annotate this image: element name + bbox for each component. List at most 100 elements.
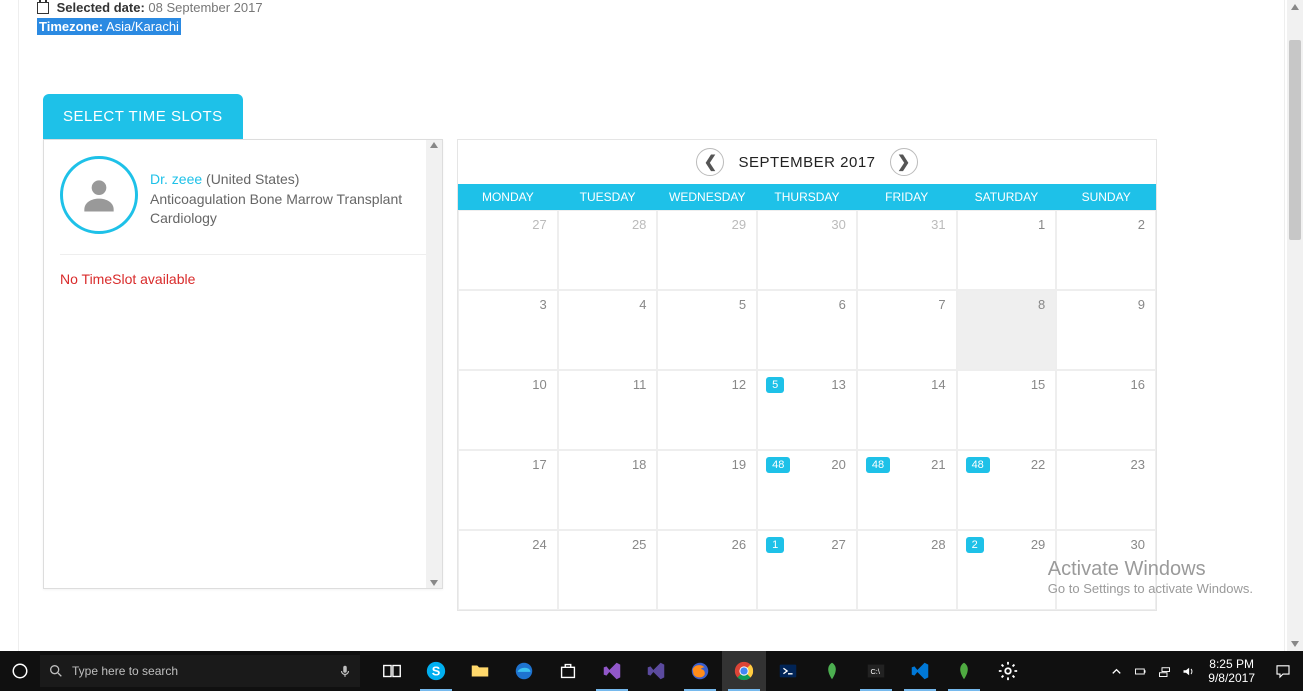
mic-button[interactable] xyxy=(330,655,360,687)
day-number: 14 xyxy=(931,377,945,392)
day-number: 23 xyxy=(1131,457,1145,472)
edge-app[interactable] xyxy=(502,651,546,691)
calendar-day[interactable]: 9 xyxy=(1056,290,1156,370)
calendar-day[interactable]: 27 xyxy=(458,210,558,290)
calendar-day[interactable]: 23 xyxy=(1056,450,1156,530)
mongo-app[interactable] xyxy=(942,651,986,691)
calendar-day[interactable]: 19 xyxy=(657,450,757,530)
calendar-day[interactable]: 11 xyxy=(558,370,658,450)
folder-icon xyxy=(469,660,491,682)
calendar-day[interactable]: 24 xyxy=(458,530,558,610)
calendar-day[interactable]: 135 xyxy=(757,370,857,450)
doctor-avatar[interactable] xyxy=(60,156,138,234)
calendar-day[interactable]: 292 xyxy=(957,530,1057,610)
calendar-day[interactable]: 30 xyxy=(757,210,857,290)
task-view-button[interactable] xyxy=(370,651,414,691)
day-number: 28 xyxy=(632,217,646,232)
next-month-button[interactable]: ❯ xyxy=(890,148,918,176)
calendar-day[interactable]: 6 xyxy=(757,290,857,370)
action-center[interactable] xyxy=(1263,662,1303,680)
edge-icon xyxy=(513,660,535,682)
chevron-left-icon: ❮ xyxy=(704,152,717,172)
weekday-header: SATURDAY xyxy=(957,184,1057,210)
calendar-day[interactable]: 271 xyxy=(757,530,857,610)
settings-app[interactable] xyxy=(986,651,1030,691)
selected-date: Selected date: 08 September 2017 xyxy=(37,0,1284,15)
timezone-label: Timezone: xyxy=(39,19,103,34)
calendar-day[interactable]: 28 xyxy=(558,210,658,290)
calendar-day[interactable]: 8 xyxy=(957,290,1057,370)
prev-month-button[interactable]: ❮ xyxy=(696,148,724,176)
calendar-day[interactable]: 28 xyxy=(857,530,957,610)
file-explorer-app[interactable] xyxy=(458,651,502,691)
page-scrollbar[interactable] xyxy=(1287,0,1303,651)
day-number: 28 xyxy=(931,537,945,552)
calendar-day[interactable]: 31 xyxy=(857,210,957,290)
doctor-name[interactable]: Dr. zeee xyxy=(150,171,202,187)
watermark-title: Activate Windows xyxy=(1048,558,1253,581)
tray-network[interactable] xyxy=(1152,651,1176,691)
cmd-app[interactable]: C:\ xyxy=(854,651,898,691)
visual-studio-app[interactable] xyxy=(590,651,634,691)
tray-power[interactable] xyxy=(1128,651,1152,691)
calendar-day[interactable]: 3 xyxy=(458,290,558,370)
day-number: 9 xyxy=(1138,297,1145,312)
calendar-day[interactable]: 17 xyxy=(458,450,558,530)
select-time-slots-tab[interactable]: SELECT TIME SLOTS xyxy=(43,94,243,139)
calendar-day[interactable]: 5 xyxy=(657,290,757,370)
terminal-icon: C:\ xyxy=(865,660,887,682)
firefox-app[interactable] xyxy=(678,651,722,691)
vscode-app[interactable] xyxy=(898,651,942,691)
calendar-day[interactable]: 7 xyxy=(857,290,957,370)
start-button[interactable] xyxy=(0,651,40,691)
slot-count-badge: 2 xyxy=(966,537,984,553)
calendar-day[interactable]: 12 xyxy=(657,370,757,450)
firefox-icon xyxy=(689,660,711,682)
network-icon xyxy=(1157,664,1172,679)
month-label: SEPTEMBER 2017 xyxy=(732,154,881,171)
store-app[interactable] xyxy=(546,651,590,691)
panel-scrollbar[interactable] xyxy=(426,140,442,588)
day-number: 6 xyxy=(839,297,846,312)
svg-text:S: S xyxy=(432,664,441,679)
calendar-day[interactable]: 18 xyxy=(558,450,658,530)
calendar-day[interactable]: 2048 xyxy=(757,450,857,530)
day-number: 7 xyxy=(938,297,945,312)
mongo-icon xyxy=(953,660,975,682)
day-number: 20 xyxy=(831,457,845,472)
calendar-day[interactable]: 10 xyxy=(458,370,558,450)
calendar-day[interactable]: 14 xyxy=(857,370,957,450)
tray-volume[interactable] xyxy=(1176,651,1200,691)
day-number: 5 xyxy=(739,297,746,312)
taskbar-search[interactable]: Type here to search xyxy=(40,655,330,687)
day-number: 29 xyxy=(732,217,746,232)
skype-app[interactable]: S xyxy=(414,651,458,691)
calendar-day[interactable]: 25 xyxy=(558,530,658,610)
day-number: 26 xyxy=(732,537,746,552)
calendar-day[interactable]: 15 xyxy=(957,370,1057,450)
chrome-app[interactable] xyxy=(722,651,766,691)
day-number: 18 xyxy=(632,457,646,472)
slot-count-badge: 48 xyxy=(766,457,790,473)
powershell-app[interactable] xyxy=(766,651,810,691)
snipping-tool-app[interactable] xyxy=(810,651,854,691)
blend-app[interactable] xyxy=(634,651,678,691)
calendar-day[interactable]: 16 xyxy=(1056,370,1156,450)
calendar-day[interactable]: 26 xyxy=(657,530,757,610)
visual-studio-icon xyxy=(601,660,623,682)
calendar-day[interactable]: 2248 xyxy=(957,450,1057,530)
taskbar-clock[interactable]: 8:25 PM 9/8/2017 xyxy=(1200,657,1263,686)
day-number: 12 xyxy=(732,377,746,392)
tray-overflow[interactable] xyxy=(1104,651,1128,691)
calendar-day[interactable]: 1 xyxy=(957,210,1057,290)
calendar-day[interactable]: 4 xyxy=(558,290,658,370)
calendar-day[interactable]: 29 xyxy=(657,210,757,290)
doctor-specialties: Anticoagulation Bone Marrow Transplant C… xyxy=(150,190,426,229)
timeslot-panel: Dr. zeee (United States) Anticoagulation… xyxy=(43,139,443,589)
calendar-day[interactable]: 2 xyxy=(1056,210,1156,290)
slot-count-badge: 48 xyxy=(966,457,990,473)
calendar-day[interactable]: 2148 xyxy=(857,450,957,530)
person-icon xyxy=(77,173,121,217)
day-number: 31 xyxy=(931,217,945,232)
volume-icon xyxy=(1181,664,1196,679)
